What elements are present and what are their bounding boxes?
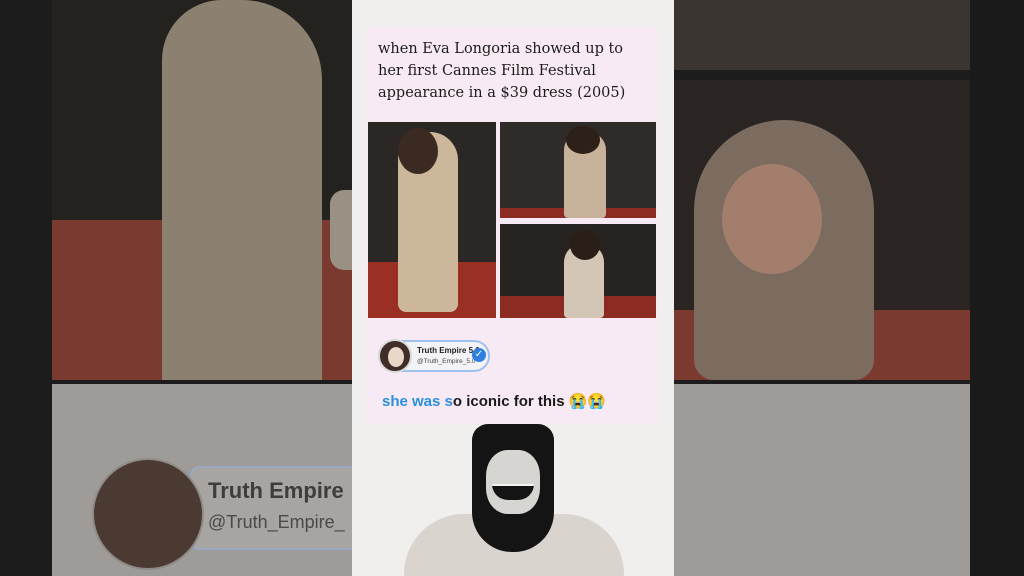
crying-emoji-icon: 😭😭 bbox=[568, 393, 607, 410]
account-name: Truth Empire 5.0 bbox=[417, 346, 480, 355]
meme-title: when Eva Longoria showed up to her first… bbox=[378, 41, 626, 101]
video-frame: when Eva Longoria showed up to her first… bbox=[352, 0, 674, 576]
background-avatar bbox=[92, 458, 204, 570]
background-right-panel bbox=[674, 0, 1024, 576]
background-photo-left bbox=[52, 0, 352, 380]
photo-side-view bbox=[500, 224, 656, 318]
meme-caption: she was so iconic for this 😭😭 bbox=[382, 392, 606, 410]
background-photo-right bbox=[674, 80, 970, 380]
meme-card: when Eva Longoria showed up to her first… bbox=[366, 28, 658, 424]
account-badge[interactable]: Truth Empire 5.0 @Truth_Empire_5.0 ✓ bbox=[378, 339, 490, 373]
avatar bbox=[378, 339, 412, 373]
account-handle: @Truth_Empire_5.0 bbox=[417, 358, 476, 365]
background-handle-user: @Truth_Empire_ bbox=[208, 512, 345, 532]
caption-text: o iconic for this bbox=[452, 393, 565, 410]
background-lower-right bbox=[674, 384, 970, 576]
masked-person-image bbox=[394, 424, 634, 576]
photo-back-view bbox=[368, 122, 496, 318]
background-photo-right-top bbox=[674, 0, 970, 70]
photo-front-view bbox=[500, 122, 656, 218]
background-left-panel: Truth Empire @Truth_Empire_ bbox=[0, 0, 352, 576]
verified-check-icon: ✓ bbox=[472, 348, 486, 362]
caption-highlight: she was s bbox=[382, 393, 453, 410]
background-handle-name: Truth Empire bbox=[208, 478, 344, 503]
